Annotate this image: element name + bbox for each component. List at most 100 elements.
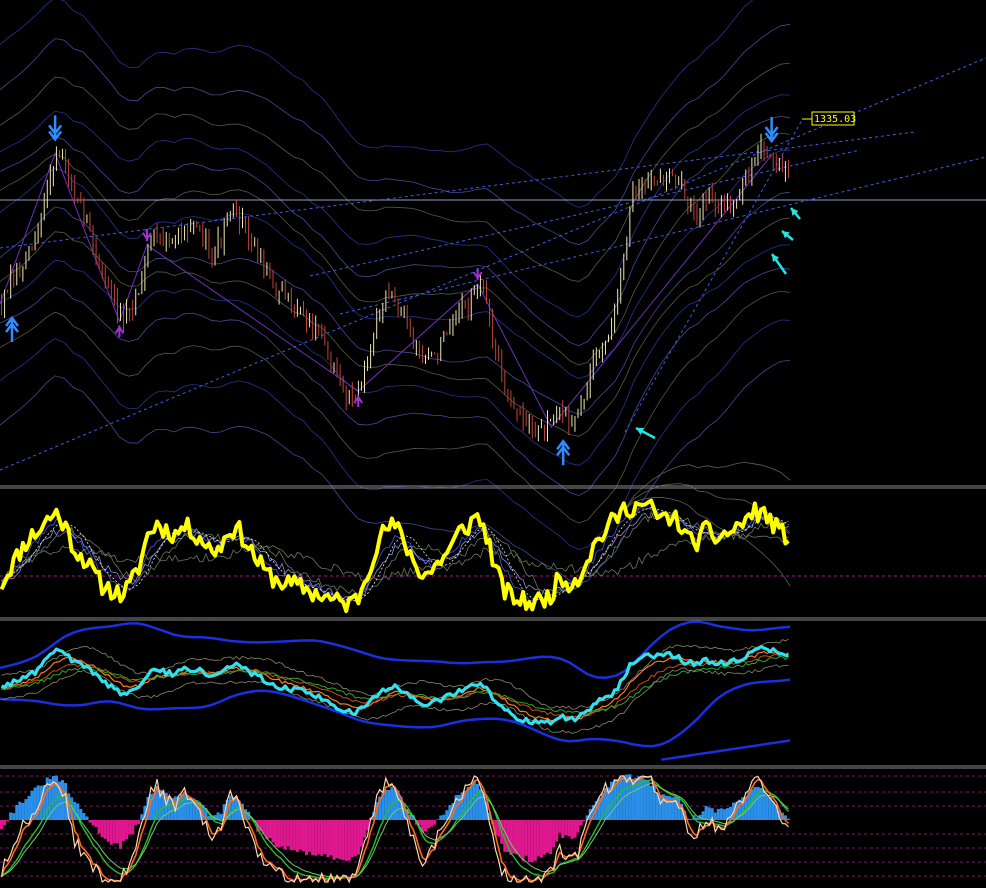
oscillator-3-histogram-bar [765,795,769,820]
oscillator-3-histogram-bar [131,820,135,835]
oscillator-3-histogram-bar [326,820,330,857]
oscillator-3-histogram-bar [91,820,95,826]
oscillator-3-histogram-bar [109,820,113,845]
oscillator-3-histogram-bar [85,816,89,820]
oscillator-3-histogram-bar [719,808,723,820]
oscillator-3-histogram-bar [439,815,443,820]
oscillator-3-histogram-bar [286,820,290,847]
oscillator-3-histogram-bar [646,780,650,820]
oscillator-3-histogram-bar [12,813,16,820]
oscillator-3-histogram-bar [478,789,482,820]
oscillator-3-histogram-bar [97,820,101,834]
oscillator-3-histogram-bar [295,820,299,852]
oscillator-3-histogram-bar [518,820,522,857]
oscillator-3-histogram-bar [430,820,434,827]
oscillator-3-histogram-bar [759,787,763,820]
oscillator-3-histogram-bar [579,820,583,826]
price-tag-label: 1335.03 [814,114,856,125]
oscillator-3-histogram-bar [9,812,13,820]
oscillator-3-histogram-bar [344,820,348,861]
oscillator-3-histogram-bar [722,809,726,820]
oscillator-3-histogram-bar [82,813,86,820]
oscillator-3-histogram-bar [423,820,428,832]
oscillator-3-histogram-bar [582,820,586,822]
oscillator-3-histogram-bar [359,820,363,847]
oscillator-3-histogram-bar [18,801,22,820]
oscillator-3-histogram-bar [106,820,110,842]
oscillator-3-histogram-bar [753,787,757,820]
oscillator-3-histogram-bar [436,819,440,820]
oscillator-3-histogram-bar [427,820,431,829]
oscillator-3-histogram-bar [616,779,620,820]
oscillator-3-histogram-bar [689,819,693,820]
oscillator-3-histogram-bar [515,820,519,855]
oscillator-3-histogram-bar [387,789,391,820]
oscillator-3-histogram-bar [21,802,25,820]
oscillator-3-histogram-bar [542,820,546,855]
oscillator-3-histogram-bar [619,776,623,820]
oscillator-3-histogram-bar [311,820,315,856]
oscillator-3-histogram-bar [137,820,141,824]
oscillator-3-histogram-bar [277,820,281,848]
trading-chart[interactable]: 1335.03 [0,0,986,888]
oscillator-3-histogram-bar [289,820,293,851]
oscillator-3-histogram-bar [530,820,534,863]
oscillator-3-histogram-bar [271,820,275,843]
oscillator-3-histogram-bar [317,820,321,855]
oscillator-3-histogram-bar [576,820,580,833]
oscillator-3-histogram-bar [125,820,129,840]
oscillator-3-histogram-bar [713,812,717,820]
oscillator-3-histogram-bar [94,820,98,827]
oscillator-3-histogram-bar [335,820,339,859]
oscillator-3-histogram-bar [0,820,4,830]
oscillator-3-histogram-bar [115,820,119,844]
oscillator-3-histogram-bar [183,793,187,820]
oscillator-3-histogram-bar [536,820,540,857]
oscillator-3-histogram-bar [555,820,559,842]
oscillator-3-histogram-bar [539,820,543,858]
oscillator-3-histogram-bar [704,805,708,820]
oscillator-3-histogram-bar [545,820,550,853]
oscillator-3-histogram-bar [649,785,653,820]
oscillator-3-histogram-bar [341,820,345,860]
oscillator-3-histogram-bar [552,820,556,848]
oscillator-3-histogram-bar [533,820,537,861]
oscillator-3-histogram-bar [118,820,123,849]
oscillator-3-histogram-bar [128,820,132,835]
oscillator-3-histogram-bar [305,820,309,855]
oscillator-3-histogram-bar [3,820,7,826]
oscillator-3-histogram-bar [112,820,116,844]
oscillator-3-histogram-bar [292,820,296,851]
oscillator-3-histogram-bar [350,820,354,858]
oscillator-3-histogram-bar [442,814,446,820]
oscillator-3-histogram-bar [362,820,367,838]
oscillator-3-histogram-bar [100,820,104,838]
oscillator-3-histogram-bar [716,808,720,820]
chart-background [0,0,986,888]
oscillator-3-histogram-bar [524,820,528,856]
oscillator-3-histogram-bar [274,820,278,847]
oscillator-3-histogram-bar [268,820,272,839]
oscillator-3-histogram-bar [347,820,351,861]
oscillator-3-histogram-bar [521,820,525,861]
oscillator-3-histogram-bar [433,820,437,825]
oscillator-3-histogram-bar [280,820,284,847]
oscillator-3-histogram-bar [27,796,31,820]
oscillator-3-histogram-bar [707,807,711,820]
oscillator-3-histogram-bar [353,820,357,857]
oscillator-3-histogram-bar [640,777,644,820]
oscillator-3-histogram-bar [786,818,790,820]
oscillator-3-histogram-bar [122,820,126,841]
oscillator-3-histogram-bar [219,813,223,820]
oscillator-3-histogram-bar [134,820,138,826]
oscillator-3-histogram-bar [323,820,327,855]
oscillator-3-histogram-bar [558,820,562,833]
oscillator-3-histogram-bar [301,820,306,852]
oscillator-3-histogram-bar [570,820,574,839]
oscillator-3-histogram-bar [24,799,28,820]
oscillator-3-histogram-bar [308,820,312,852]
oscillator-3-histogram-bar [762,789,766,820]
oscillator-3-histogram-bar [573,820,577,838]
oscillator-3-histogram-bar [15,804,19,820]
oscillator-3-histogram-bar [283,820,287,850]
